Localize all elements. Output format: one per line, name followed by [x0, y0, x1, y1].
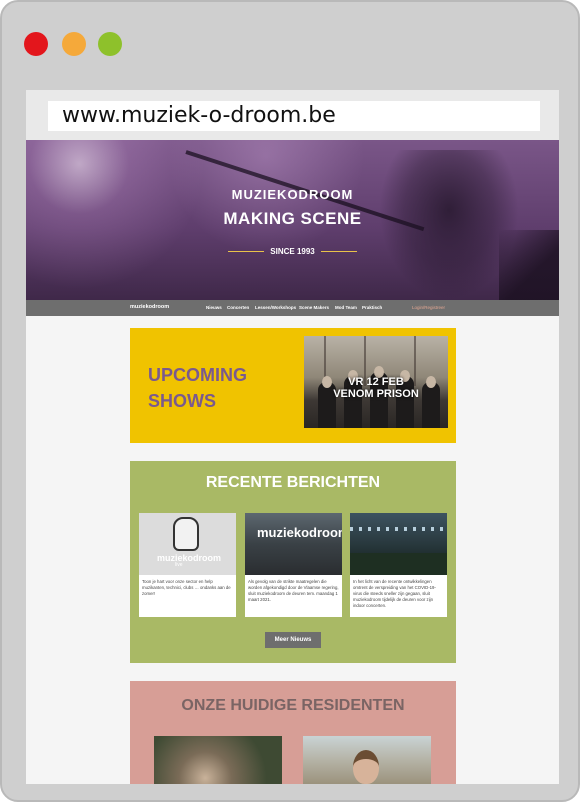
show-name: VENOM PRISON — [333, 388, 419, 400]
hero-banner: MUZIEKODROOM MAKING SCENE SINCE 1993 — [26, 140, 559, 300]
upcoming-shows-title[interactable]: UPCOMING SHOWS — [148, 362, 278, 414]
resident-face — [353, 750, 379, 784]
news-card-text: In het licht van de recente ontwikkeling… — [353, 579, 436, 608]
nav-item-scene-makers[interactable]: Scene Makers — [299, 305, 329, 310]
nav-item-concerten[interactable]: Concerten — [227, 305, 249, 310]
hero-brand: MUZIEKODROOM — [231, 187, 354, 202]
main-navigation: muziekodroom Nieuws Concerten Lessen/Wor… — [26, 300, 559, 316]
hero-since-row: SINCE 1993 — [26, 239, 559, 257]
upcoming-shows-section: UPCOMING SHOWS VR 12 FEB VENOM PRISON — [130, 328, 456, 443]
thumb-logo: muziekodroom — [157, 553, 222, 563]
nav-login-link[interactable]: Login/Registreer — [412, 305, 445, 310]
show-card-image[interactable]: VR 12 FEB VENOM PRISON — [304, 336, 448, 428]
recent-posts-title: RECENTE BERICHTEN — [205, 474, 381, 491]
maximize-window-icon[interactable] — [98, 32, 122, 56]
residents-title: ONZE HUIDIGE RESIDENTEN — [181, 697, 405, 714]
cartoon-character-icon — [173, 517, 199, 551]
news-card-image[interactable] — [350, 513, 447, 575]
crowd-silhouette — [350, 553, 447, 575]
more-news-button[interactable]: Meer Nieuws — [265, 632, 321, 648]
stage-lights — [350, 527, 447, 531]
news-card-image[interactable]: muziekodroom live — [139, 513, 236, 575]
news-card-text: Toon je hart voor onze sector en help mu… — [142, 579, 231, 596]
nav-item-praktisch[interactable]: Praktisch — [362, 305, 382, 310]
minimize-window-icon[interactable] — [62, 32, 86, 56]
news-card[interactable]: In het licht van de recente ontwikkeling… — [350, 513, 447, 617]
venue-sign: muziekodroom — [257, 525, 342, 540]
residents-section: ONZE HUIDIGE RESIDENTEN — [130, 681, 456, 784]
recent-posts-section: RECENTE BERICHTEN muziekodroom live Toon… — [130, 461, 456, 663]
divider-line-left — [228, 251, 265, 252]
browser-window: www.muziek-o-droom.be MUZIEKODROOM MAKIN… — [0, 0, 580, 802]
address-bar-area: www.muziek-o-droom.be — [26, 90, 559, 140]
news-card[interactable]: muziekodroom Als gevolg van de strikte m… — [245, 513, 342, 617]
news-card-text: Als gevolg van de strikte maatregelen di… — [248, 579, 339, 602]
resident-photo[interactable] — [154, 736, 282, 784]
nav-item-nieuws[interactable]: Nieuws — [206, 305, 222, 310]
nav-logo[interactable]: muziekodroom — [130, 304, 169, 310]
thumb-sublogo: live — [175, 562, 183, 568]
nav-item-mod-team[interactable]: Mod Team — [335, 305, 357, 310]
close-window-icon[interactable] — [24, 32, 48, 56]
news-card-image[interactable]: muziekodroom — [245, 513, 342, 575]
nav-item-lessen-workshops[interactable]: Lessen/Workshops — [255, 305, 296, 310]
hero-since-text: SINCE 1993 — [270, 247, 315, 256]
hero-title: MAKING SCENE — [223, 209, 362, 228]
show-caption: VR 12 FEB VENOM PRISON — [304, 376, 448, 400]
url-field[interactable]: www.muziek-o-droom.be — [48, 101, 540, 131]
divider-line-right — [320, 251, 357, 252]
news-card[interactable]: muziekodroom live Toon je hart voor onze… — [139, 513, 236, 617]
show-date: VR 12 FEB — [348, 376, 404, 388]
resident-photo[interactable] — [303, 736, 431, 784]
browser-viewport: www.muziek-o-droom.be MUZIEKODROOM MAKIN… — [26, 90, 559, 784]
